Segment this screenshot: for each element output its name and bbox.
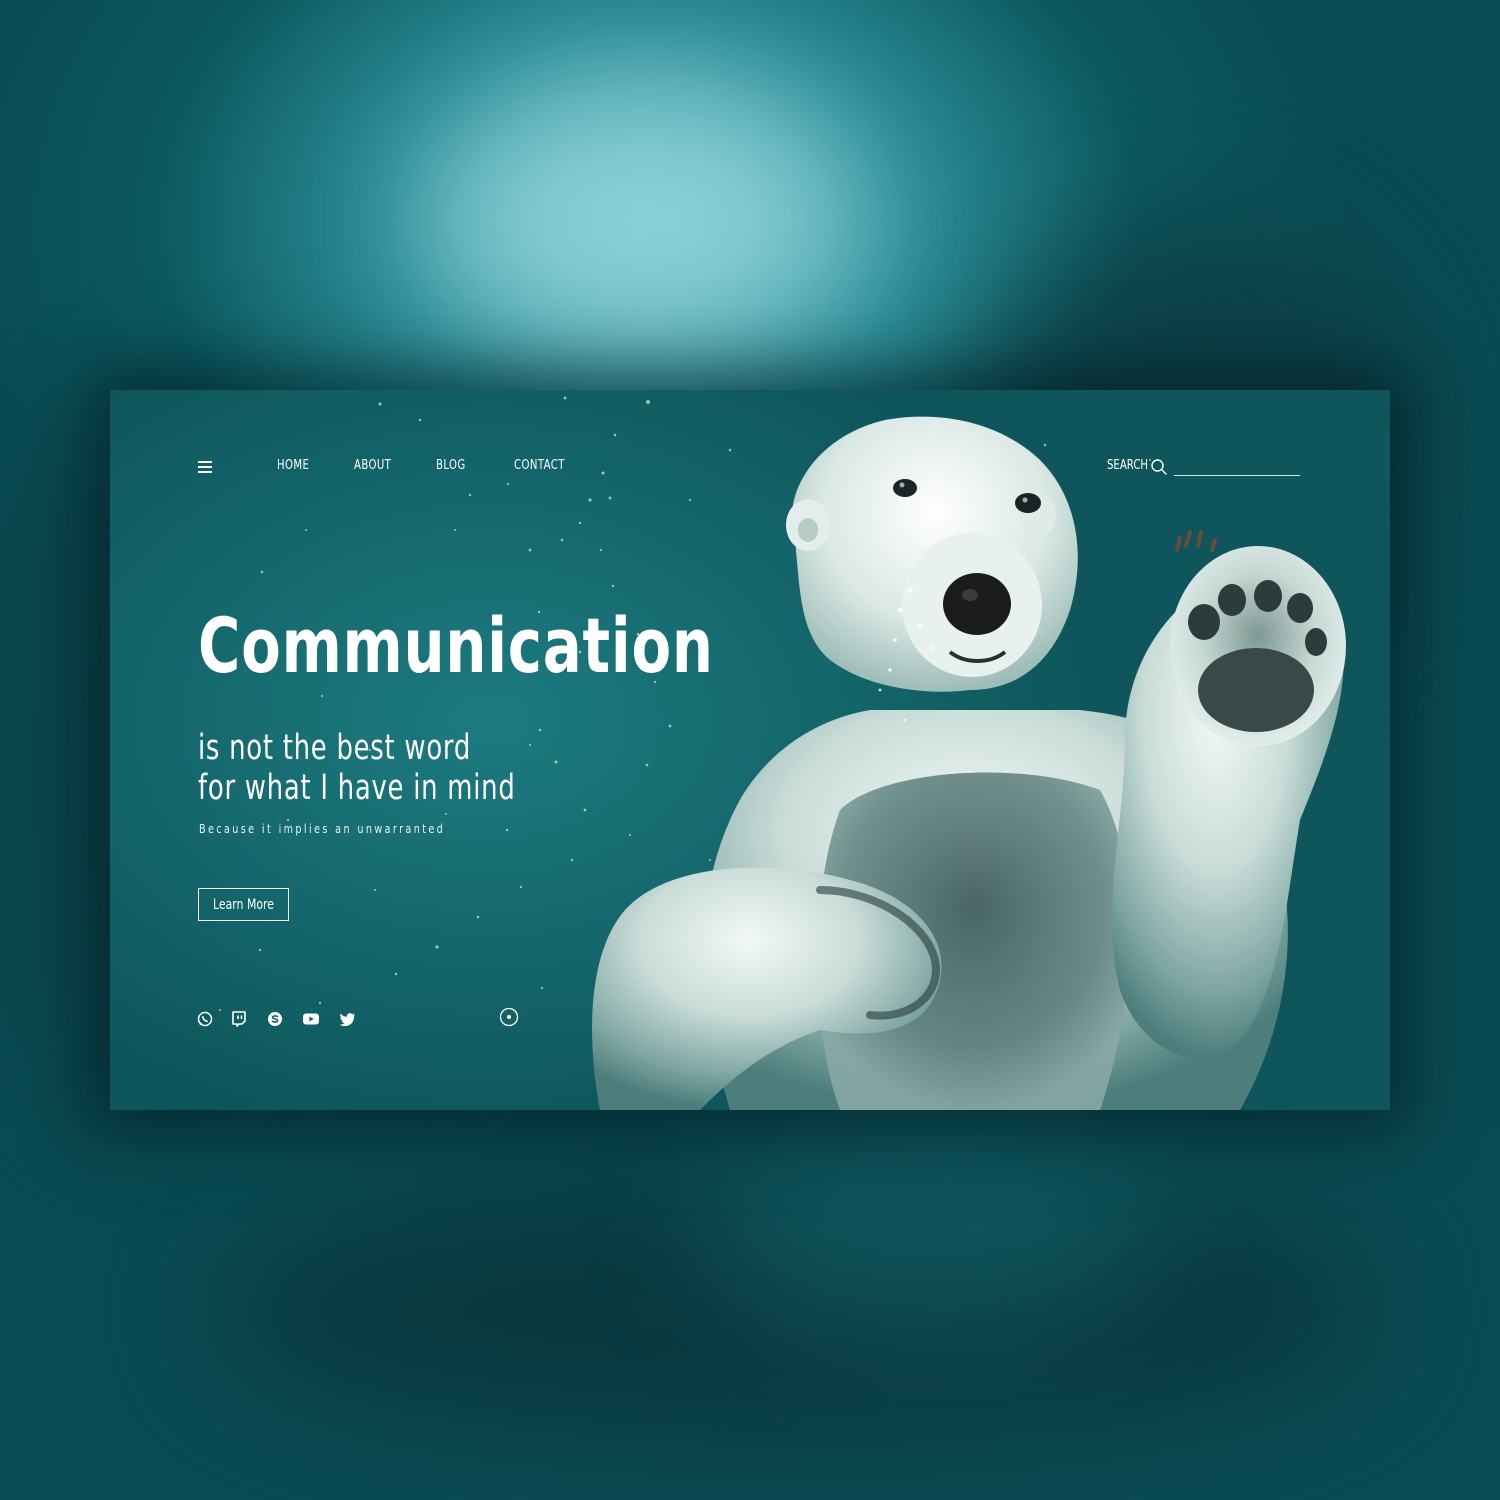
search-label: SEARCH (1107, 458, 1149, 473)
twitch-icon[interactable] (230, 1010, 248, 1028)
nav-link-contact[interactable]: CONTACT (514, 458, 565, 473)
nav-link-blog[interactable]: BLOG (436, 458, 466, 473)
search-icon[interactable] (1150, 458, 1168, 476)
search-input[interactable] (1174, 458, 1300, 476)
hero-subtitle: is not the best word for what I have in … (198, 728, 516, 808)
hero-subtitle-line-2: for what I have in mind (198, 768, 516, 808)
twitter-icon[interactable] (338, 1010, 356, 1028)
hamburger-menu-icon[interactable] (198, 461, 214, 473)
learn-more-button[interactable]: Learn More (198, 888, 289, 921)
polar-bear-image (592, 416, 1346, 1110)
search-bar: SEARCH (1107, 456, 1302, 480)
nav-link-about[interactable]: ABOUT (354, 458, 391, 473)
top-navigation: HOME ABOUT BLOG CONTACT SEARCH (198, 456, 1302, 480)
scroll-indicator-icon[interactable] (499, 1007, 519, 1027)
whatsapp-icon[interactable] (196, 1010, 214, 1028)
hero-title: Communication (198, 601, 714, 690)
nav-link-home[interactable]: HOME (277, 458, 309, 473)
hero-caption: Because it implies an unwarranted (199, 822, 446, 836)
skype-icon[interactable] (266, 1010, 284, 1028)
hero-subtitle-line-1: is not the best word (198, 728, 472, 768)
landing-page-card: HOME ABOUT BLOG CONTACT SEARCH Communica… (110, 390, 1390, 1110)
youtube-icon[interactable] (302, 1010, 320, 1028)
learn-more-label: Learn More (212, 896, 275, 913)
